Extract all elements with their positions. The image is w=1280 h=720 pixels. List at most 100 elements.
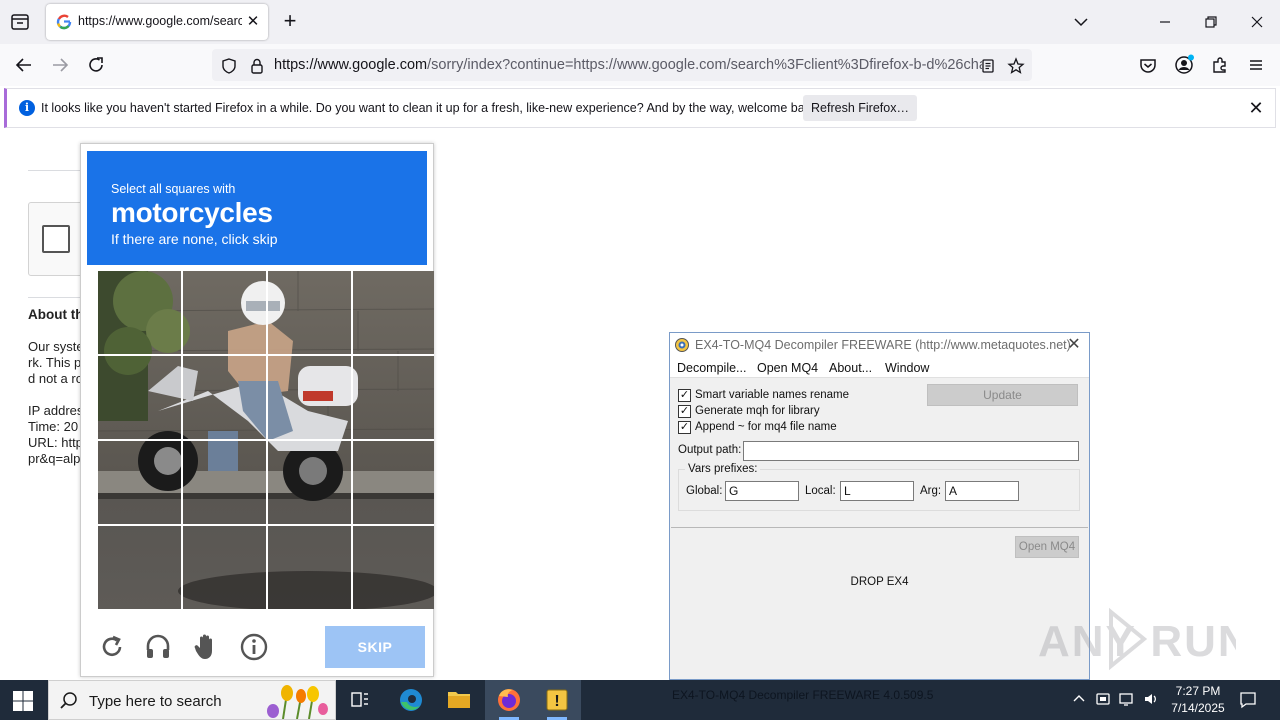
network-icon[interactable]	[1118, 690, 1136, 708]
browser-tab-google[interactable]: https://www.google.com/search?client=fir…	[46, 4, 268, 40]
captcha-target: motorcycles	[111, 197, 273, 228]
captcha-grid-lines	[98, 271, 434, 609]
checkbox-checked[interactable]: ✓	[678, 421, 691, 434]
option-label: Generate mqh for library	[695, 405, 820, 417]
info-icon[interactable]	[239, 632, 269, 662]
tracking-shield-icon[interactable]	[220, 57, 238, 75]
about-heading: About th	[28, 307, 82, 322]
notifications-icon[interactable]	[1238, 690, 1258, 710]
new-tab-icon[interactable]: +	[280, 10, 300, 33]
reader-view-icon[interactable]	[979, 57, 997, 75]
option-label: Smart variable names rename	[695, 389, 850, 401]
volume-icon[interactable]	[1142, 690, 1160, 708]
tab-list-icon[interactable]	[8, 10, 32, 34]
tab-close-icon[interactable]: ✕	[244, 13, 262, 31]
captcha-image-grid	[98, 271, 434, 609]
local-prefix-input[interactable]	[840, 481, 914, 501]
back-icon[interactable]	[13, 54, 35, 76]
info-icon: i	[19, 100, 35, 116]
local-label: Local:	[805, 485, 836, 497]
file-explorer-icon[interactable]	[435, 680, 483, 720]
search-icon	[59, 691, 79, 711]
recaptcha-anchor	[28, 202, 88, 276]
ex4-menubar: Decompile... Open MQ4 About... Window	[670, 357, 1089, 378]
global-prefix-input[interactable]	[725, 481, 799, 501]
menu-about[interactable]: About...	[829, 361, 872, 375]
checkbox-checked[interactable]: ✓	[678, 405, 691, 418]
watermark-text: ANY RUN	[1038, 617, 1236, 666]
page-divider	[28, 170, 88, 171]
page-line: Time: 20	[28, 419, 79, 434]
account-icon[interactable]	[1173, 54, 1195, 76]
url-host: https://www.google.com	[274, 57, 428, 73]
recaptcha-checkbox[interactable]	[42, 225, 70, 253]
search-placeholder: Type here to search	[89, 693, 222, 710]
hand-icon[interactable]	[191, 632, 221, 662]
refresh-firefox-button[interactable]: Refresh Firefox…	[803, 95, 917, 121]
page-line: pr&q=alp	[28, 451, 81, 466]
window-close-icon[interactable]	[1247, 12, 1267, 32]
windows-start-icon[interactable]	[12, 690, 34, 712]
pocket-icon[interactable]	[1137, 54, 1159, 76]
ex4-decompiler-window: EX4-TO-MQ4 Decompiler FREEWARE (http://w…	[669, 332, 1090, 680]
url-path: /sorry/index?continue=https://www.google…	[427, 57, 982, 73]
open-mq4-button[interactable]: Open MQ4	[1015, 536, 1079, 558]
url-bar[interactable]: https://www.google.com/sorry/index?conti…	[212, 49, 1032, 81]
windows-taskbar: Type here to search ! EX4-TO-MQ4 Decompi…	[0, 680, 1280, 720]
page-line: rk. This p	[28, 355, 82, 370]
ex4-titlebar[interactable]: EX4-TO-MQ4 Decompiler FREEWARE (http://w…	[670, 333, 1089, 357]
clock-time: 7:27 PM	[1175, 684, 1221, 698]
recaptcha-challenge: Select all squares with motorcycles If t…	[80, 143, 434, 677]
output-path-label: Output path:	[678, 444, 742, 456]
google-favicon-icon	[56, 14, 72, 30]
svg-text:!: !	[554, 693, 559, 710]
page-line: d not a ro	[28, 371, 82, 386]
firefox-taskbar-icon[interactable]	[485, 680, 533, 720]
ex4-decompiler-taskbar-icon[interactable]: !	[533, 680, 581, 720]
audio-challenge-icon[interactable]	[143, 632, 173, 662]
search-highlight-flowers-icon	[253, 683, 333, 720]
reload-challenge-icon[interactable]	[97, 632, 127, 662]
restore-icon[interactable]	[1201, 12, 1221, 32]
page-line: URL: http	[28, 435, 82, 450]
ex4-title: EX4-TO-MQ4 Decompiler FREEWARE (http://w…	[695, 338, 1071, 352]
chevron-down-icon[interactable]	[1072, 14, 1090, 30]
page-divider	[28, 297, 88, 298]
global-label: Global:	[686, 485, 723, 497]
extensions-icon[interactable]	[1209, 54, 1231, 76]
minimize-icon[interactable]	[1155, 12, 1175, 32]
forward-icon[interactable]	[49, 54, 71, 76]
menu-window[interactable]: Window	[885, 361, 929, 375]
app-gear-icon	[674, 337, 690, 353]
screen: https://www.google.com/search?client=fir…	[0, 0, 1280, 720]
task-view-icon[interactable]	[336, 680, 384, 720]
hamburger-menu-icon[interactable]	[1245, 54, 1267, 76]
anyrun-watermark: ANY RUN	[1036, 604, 1250, 674]
notification-text: It looks like you haven't started Firefo…	[41, 101, 821, 115]
bookmark-star-icon[interactable]	[1007, 57, 1025, 75]
drop-ex4-zone[interactable]: Open MQ4 DROP EX4	[671, 527, 1088, 679]
clock-date: 7/14/2025	[1171, 701, 1225, 715]
show-hidden-icons-icon[interactable]	[1070, 690, 1088, 708]
output-path-input[interactable]	[743, 441, 1079, 461]
update-button[interactable]: Update	[927, 384, 1078, 406]
checkbox-checked[interactable]: ✓	[678, 389, 691, 402]
edge-browser-icon[interactable]	[387, 680, 435, 720]
url-text[interactable]: https://www.google.com/sorry/index?conti…	[274, 57, 982, 73]
arg-prefix-input[interactable]	[945, 481, 1019, 501]
notification-close-icon[interactable]: ✕	[1245, 97, 1267, 119]
reload-icon[interactable]	[85, 54, 107, 76]
skip-button[interactable]: SKIP	[325, 626, 425, 668]
menu-open-mq4[interactable]: Open MQ4	[757, 361, 818, 375]
browser-navbar: https://www.google.com/sorry/index?conti…	[0, 44, 1280, 86]
meet-now-icon[interactable]	[1094, 690, 1112, 708]
lock-icon[interactable]	[248, 57, 266, 75]
captcha-hint: If there are none, click skip	[111, 231, 278, 247]
taskbar-clock[interactable]: 7:27 PM 7/14/2025	[1160, 683, 1236, 717]
taskbar-search-box[interactable]: Type here to search	[48, 680, 336, 720]
option-label: Append ~ for mq4 file name	[695, 421, 837, 433]
browser-tabstrip: https://www.google.com/search?client=fir…	[0, 0, 1280, 44]
drop-ex4-text: DROP EX4	[850, 576, 909, 588]
menu-decompile[interactable]: Decompile...	[677, 361, 746, 375]
ex4-close-icon[interactable]: ✕	[1064, 335, 1084, 355]
